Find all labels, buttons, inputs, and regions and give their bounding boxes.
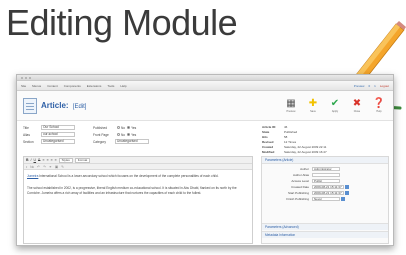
preview-link[interactable]: Preview (354, 84, 365, 88)
align-left-icon[interactable]: ≡ (42, 158, 44, 162)
help-icon: ❓ (372, 98, 386, 109)
justify-icon[interactable]: ≡ (55, 158, 57, 162)
users-count[interactable]: 1 (374, 84, 376, 88)
author-alias-input[interactable] (312, 172, 340, 178)
menu-help[interactable]: Help (120, 84, 126, 88)
article-info: Article ID: 46 State Published Hits 58 Revi… (262, 124, 327, 154)
published-no-radio[interactable] (117, 126, 120, 129)
messages-count[interactable]: 0 (368, 84, 370, 88)
close-icon: ✖ (352, 98, 362, 109)
page-heading: Editing Module (6, 2, 238, 43)
underline-button[interactable]: U (34, 158, 37, 162)
page-title: Article: [Edit] (41, 101, 87, 110)
preview-icon: ▦ (286, 98, 296, 109)
image-icon[interactable]: ▣ (55, 165, 58, 169)
strike-button[interactable]: S (38, 158, 40, 162)
published-yes-radio[interactable] (127, 126, 131, 129)
apply-button[interactable]: ✔ Apply (327, 98, 343, 113)
access-level-select[interactable]: Public (312, 178, 340, 184)
logout-link[interactable]: Logout (380, 84, 389, 88)
apply-icon: ✔ (330, 98, 340, 109)
category-label: Category (93, 139, 106, 144)
params-advanced-header[interactable]: Parameters (Advanced) (262, 223, 388, 230)
article-toolbar: Article: [Edit] ▦ Preview ✚ Save ✔ Apply… (17, 91, 393, 121)
params-article-header[interactable]: Parameters (Article) (262, 157, 388, 164)
article-fields: Title Our School Published No Yes Alias … (23, 124, 253, 145)
numbered-list-icon[interactable]: № (30, 165, 34, 169)
preview-button[interactable]: ▦ Preview (283, 98, 299, 113)
editor-toolbar: B I U S ≡ ≡ ≡ ≡ Styles Format (24, 157, 252, 164)
undo-icon[interactable]: ↶ (37, 165, 40, 169)
alias-label: Alias (23, 132, 30, 137)
menu-content[interactable]: Content (47, 84, 58, 88)
admin-menu-bar: Site Menus Content Components Extensions… (17, 81, 393, 91)
italic-button[interactable]: I (31, 158, 32, 162)
menu-menus[interactable]: Menus (32, 84, 41, 88)
category-select[interactable]: Uncategorised (115, 139, 149, 144)
alias-input[interactable]: our-school (41, 132, 75, 137)
redo-icon[interactable]: ↷ (43, 165, 46, 169)
align-center-icon[interactable]: ≡ (46, 158, 48, 162)
menu-tools[interactable]: Tools (107, 84, 114, 88)
save-icon: ✚ (308, 98, 318, 109)
section-label: Section (23, 139, 34, 144)
content-link[interactable]: Jumeira (27, 174, 38, 178)
align-right-icon[interactable]: ≡ (50, 158, 52, 162)
created-date-input[interactable]: 2009-08-21 15:11:37 (312, 184, 344, 190)
author-select[interactable]: Administrator (312, 166, 340, 172)
format-select[interactable]: Format (74, 157, 91, 163)
save-button[interactable]: ✚ Save (305, 98, 321, 113)
section-select[interactable]: Uncategorised (41, 139, 75, 144)
frontpage-no-radio[interactable] (117, 133, 120, 136)
calendar-icon[interactable] (341, 197, 345, 201)
wysiwyg-editor[interactable]: B I U S ≡ ≡ ≡ ≡ Styles Format • № ↶ ↷ ⚭ (23, 156, 253, 244)
menu-extensions[interactable]: Extensions (87, 84, 102, 88)
menu-site[interactable]: Site (21, 84, 26, 88)
frontpage-label: Front Page (93, 132, 109, 137)
parameters-panel: Parameters (Article) Author Administrator… (261, 156, 389, 244)
title-label: Title (23, 125, 29, 130)
frontpage-yes-radio[interactable] (127, 133, 131, 136)
close-button[interactable]: ✖ Close (349, 98, 365, 113)
bullet-list-icon[interactable]: • (26, 165, 27, 169)
menu-components[interactable]: Components (64, 84, 81, 88)
bold-button[interactable]: B (26, 158, 29, 162)
finish-publishing-input[interactable]: Never (312, 196, 340, 202)
calendar-icon[interactable] (344, 185, 349, 189)
title-input[interactable]: Our School (41, 125, 75, 130)
article-icon (23, 97, 37, 114)
calendar-icon[interactable] (344, 191, 349, 195)
edit-form: Title Our School Published No Yes Alias … (17, 122, 393, 245)
paragraph-2: The school established in 2002, is a pro… (27, 186, 237, 195)
cms-screenshot: Site Menus Content Components Extensions… (16, 74, 394, 246)
editor-content[interactable]: Jumeira International School is a lower-… (24, 170, 252, 207)
metadata-header[interactable]: Metadata Information (262, 231, 388, 238)
start-publishing-input[interactable]: 2009-08-21 15:11:37 (312, 190, 344, 196)
help-button[interactable]: ❓ Help (371, 98, 387, 113)
html-icon[interactable]: ✎ (61, 165, 64, 169)
published-label: Published (93, 125, 107, 130)
link-icon[interactable]: ⚭ (49, 165, 52, 169)
styles-select[interactable]: Styles (58, 157, 73, 163)
